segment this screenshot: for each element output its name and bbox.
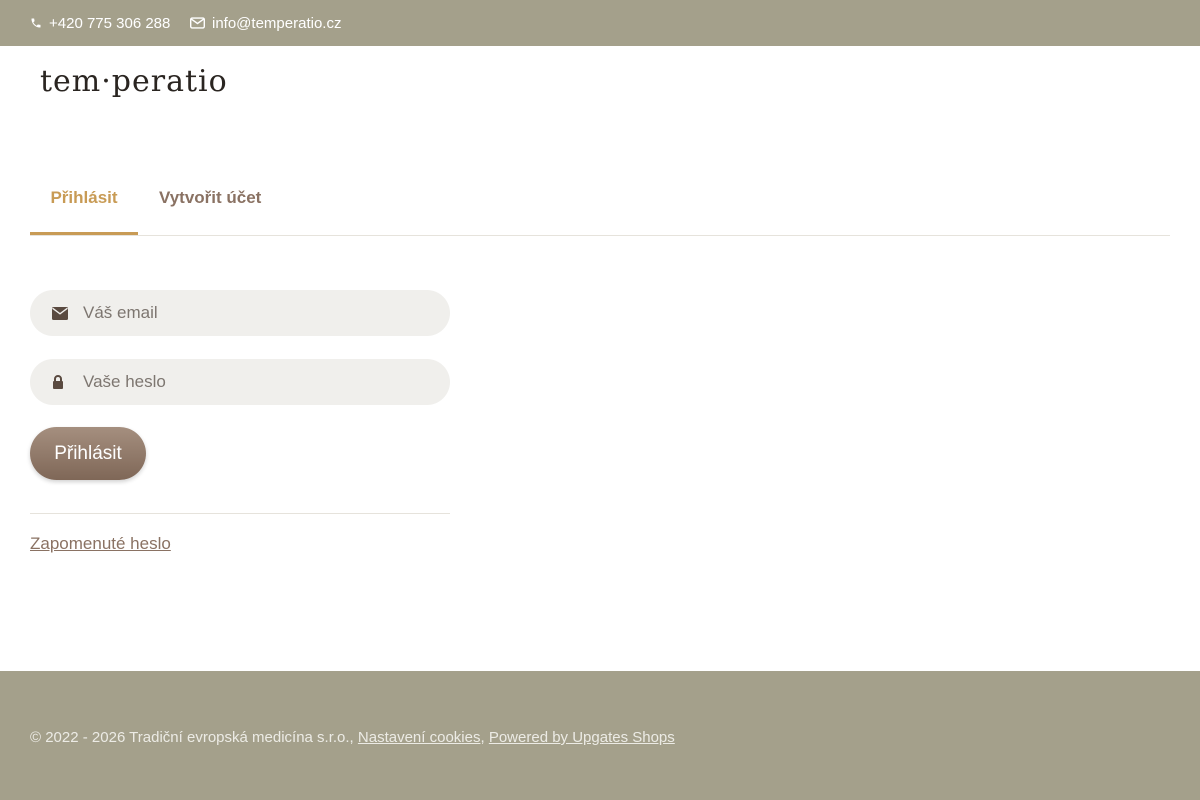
- phone-icon: [30, 17, 42, 29]
- password-field: [30, 359, 450, 405]
- auth-tabs: Přihlásit Vytvořit účet: [30, 162, 1170, 236]
- form-divider: [30, 513, 450, 514]
- phone-contact[interactable]: +420 775 306 288: [30, 0, 170, 46]
- password-input[interactable]: [83, 359, 433, 405]
- footer-separator: ,: [480, 729, 485, 746]
- email-input[interactable]: [83, 290, 433, 336]
- copyright-text: © 2022 - 2026 Tradiční evropská medicína…: [30, 729, 354, 746]
- footer-line: © 2022 - 2026 Tradiční evropská medicína…: [30, 729, 675, 746]
- tab-login[interactable]: Přihlásit: [30, 162, 138, 235]
- footer: © 2022 - 2026 Tradiční evropská medicína…: [0, 671, 1200, 800]
- email-address: info@temperatio.cz: [212, 14, 342, 32]
- top-bar: +420 775 306 288 info@temperatio.cz: [0, 0, 1200, 46]
- forgot-password-link[interactable]: Zapomenuté heslo: [30, 534, 171, 554]
- envelope-icon: [190, 17, 205, 29]
- login-button[interactable]: Přihlásit: [30, 427, 146, 480]
- tab-create-account[interactable]: Vytvořit účet: [159, 162, 261, 234]
- email-contact[interactable]: info@temperatio.cz: [190, 0, 341, 46]
- site-logo[interactable]: tem·peratio: [40, 64, 228, 99]
- email-field: [30, 290, 450, 336]
- phone-number: +420 775 306 288: [49, 14, 171, 32]
- cookie-settings-link[interactable]: Nastavení cookies: [358, 729, 481, 746]
- powered-by-link[interactable]: Powered by Upgates Shops: [489, 729, 675, 746]
- lock-icon: [52, 359, 64, 405]
- envelope-icon: [52, 290, 68, 336]
